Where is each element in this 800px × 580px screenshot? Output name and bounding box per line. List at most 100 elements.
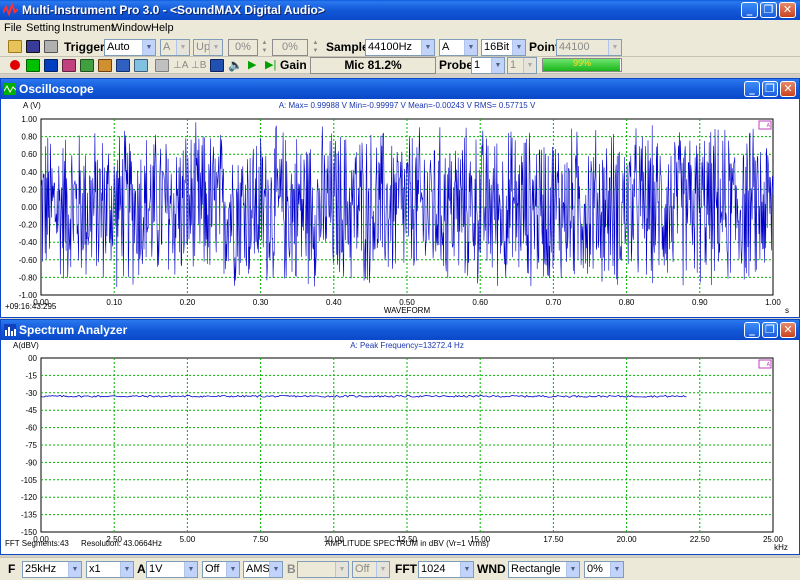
oscilloscope-window[interactable]: Oscilloscope _ ❐ ✕ A (V) A: Max= 0.99988 … bbox=[0, 78, 800, 318]
print-icon[interactable] bbox=[44, 40, 58, 53]
point-select[interactable]: 44100 ▼ bbox=[556, 39, 622, 56]
y-tick-label: -0.20 bbox=[19, 221, 38, 230]
menu-help[interactable]: Help bbox=[151, 22, 174, 34]
window-title: Multi-Instrument Pro 3.0 - <SoundMAX Dig… bbox=[22, 3, 325, 17]
close-icon[interactable]: ✕ bbox=[779, 2, 796, 18]
bit-depth-select[interactable]: 16Bit ▼ bbox=[481, 39, 526, 56]
y-tick-label: 0.00 bbox=[21, 203, 37, 212]
osc-x-caption: WAVEFORM bbox=[384, 306, 431, 315]
menu-setting[interactable]: Setting bbox=[26, 22, 60, 34]
spectrum-icon bbox=[4, 324, 16, 336]
filter-icon[interactable] bbox=[134, 59, 148, 72]
restore-icon[interactable]: ❐ bbox=[760, 2, 777, 18]
oscilloscope-icon[interactable] bbox=[26, 59, 40, 72]
trigger-channel-select[interactable]: A ▼ bbox=[160, 39, 190, 56]
y-tick-label: 0.80 bbox=[21, 133, 37, 142]
spectrum-analyzer-window[interactable]: Spectrum Analyzer _ ❐ ✕ A(dBV) A: Peak Fr… bbox=[0, 319, 800, 555]
trigger-edge-select[interactable]: Up ▼ bbox=[193, 39, 223, 56]
spec-resolution: Resolution: 43.0664Hz bbox=[81, 539, 162, 548]
osc-x-unit: s bbox=[785, 306, 789, 315]
overlap-select[interactable]: 0% ▼ bbox=[584, 561, 624, 578]
probe-b-select[interactable]: 1 ▼ bbox=[507, 57, 537, 74]
volt-range-select[interactable]: 1V ▼ bbox=[146, 561, 198, 578]
y-tick-label: -60 bbox=[25, 424, 37, 433]
sample-label: Sample bbox=[326, 40, 369, 54]
spectrogram-icon[interactable] bbox=[62, 59, 76, 72]
y-tick-label: -45 bbox=[25, 406, 37, 415]
ams-value: AMS bbox=[246, 563, 270, 575]
x-tick-label: 17.50 bbox=[543, 535, 564, 544]
marker-a-icon[interactable]: ⊥A bbox=[173, 60, 188, 73]
ams-select[interactable]: AMS ▼ bbox=[243, 561, 283, 578]
cpu-progress-text: 99% bbox=[572, 58, 591, 68]
spectrum-icon[interactable] bbox=[44, 59, 58, 72]
offset-a-select[interactable]: Off ▼ bbox=[202, 561, 240, 578]
level-spin-icon[interactable]: ▲ ▼ bbox=[260, 39, 269, 56]
open-folder-icon[interactable] bbox=[8, 40, 22, 53]
probe-select[interactable]: 1 ▼ bbox=[471, 57, 505, 74]
minimize-icon[interactable]: _ bbox=[741, 2, 758, 18]
x-tick-label: 0.80 bbox=[619, 298, 635, 307]
fft-size-value: 1024 bbox=[421, 563, 446, 575]
window-function-select[interactable]: Rectangle ▼ bbox=[508, 561, 580, 578]
sample-channel-select[interactable]: A ▼ bbox=[439, 39, 478, 56]
trigger-delay-field[interactable]: 0% bbox=[272, 39, 308, 56]
delay-spin-icon[interactable]: ▲ ▼ bbox=[311, 39, 320, 56]
oscilloscope-title-bar[interactable]: Oscilloscope _ ❐ ✕ bbox=[1, 79, 799, 99]
restore-icon[interactable]: ❐ bbox=[762, 322, 778, 338]
save-disk-icon[interactable] bbox=[26, 40, 40, 53]
close-icon[interactable]: ✕ bbox=[780, 81, 796, 97]
spectrum-title-bar[interactable]: Spectrum Analyzer _ ❐ ✕ bbox=[1, 320, 799, 340]
sample-rate-select[interactable]: 44100Hz ▼ bbox=[365, 39, 435, 56]
minimize-icon[interactable]: _ bbox=[744, 81, 760, 97]
gain-label: Gain bbox=[280, 58, 307, 72]
spectrum-plot[interactable]: A(dBV) A: Peak Frequency=13272.4 Hz 00 -15 -… bbox=[1, 340, 799, 554]
speaker-icon[interactable]: 🔈 bbox=[228, 58, 243, 72]
chevron-down-icon: ▼ bbox=[209, 40, 222, 55]
fft-size-select[interactable]: 1024 ▼ bbox=[418, 561, 474, 578]
fft-label: FFT bbox=[395, 562, 417, 576]
phase-plot-icon[interactable] bbox=[80, 59, 94, 72]
offset-b-select[interactable]: Off ▼ bbox=[352, 561, 390, 578]
menu-window[interactable]: Window bbox=[112, 22, 151, 34]
y-tick-label: 0.40 bbox=[21, 168, 37, 177]
dds-icon[interactable] bbox=[116, 59, 130, 72]
cpu-progress-bar: 99% bbox=[542, 58, 622, 72]
chevron-down-icon: ▼ bbox=[269, 562, 282, 577]
y-tick-label: 0.60 bbox=[21, 150, 37, 159]
trigger-mode-value: Auto bbox=[107, 41, 130, 53]
record-icon[interactable] bbox=[10, 60, 20, 70]
osc-timestamp: +09:16:43:295 bbox=[5, 302, 57, 311]
zoom-multiplier-select[interactable]: x1 ▼ bbox=[86, 561, 134, 578]
minimize-icon[interactable]: _ bbox=[744, 322, 760, 338]
oscilloscope-plot[interactable]: A (V) A: Max= 0.99988 V Min=-0.99997 V Me… bbox=[1, 99, 799, 317]
cursor-icon[interactable] bbox=[155, 59, 169, 72]
spec-stats: A: Peak Frequency=13272.4 Hz bbox=[350, 341, 464, 350]
marker-b-icon[interactable]: ⊥B bbox=[191, 60, 206, 73]
play-icon[interactable]: ▶ bbox=[248, 58, 262, 71]
y-tick-label: -75 bbox=[25, 441, 37, 450]
trigger-edge-value: Up bbox=[196, 41, 211, 53]
chevron-down-icon: ▼ bbox=[610, 562, 623, 577]
zoom-multiplier-value: x1 bbox=[89, 563, 101, 575]
trigger-level-field[interactable]: 0% bbox=[228, 39, 258, 56]
spec-y-axis-label: A(dBV) bbox=[13, 341, 39, 350]
menu-instrument[interactable]: Instrument bbox=[62, 22, 114, 34]
x-tick-label: 0.40 bbox=[326, 298, 342, 307]
app-title-bar[interactable]: Multi-Instrument Pro 3.0 - <SoundMAX Dig… bbox=[0, 0, 800, 20]
play-once-icon[interactable]: ▶| bbox=[265, 58, 279, 71]
calibration-icon[interactable] bbox=[210, 59, 224, 72]
channel-b-label: B bbox=[287, 562, 296, 576]
freq-range-select[interactable]: 25kHz ▼ bbox=[22, 561, 82, 578]
trigger-mode-select[interactable]: Auto ▼ bbox=[104, 39, 156, 56]
chevron-down-icon: ▼ bbox=[120, 562, 133, 577]
offset-a-value: Off bbox=[205, 563, 220, 575]
spec-x-unit: kHz bbox=[774, 543, 788, 552]
freq-range-value: 25kHz bbox=[25, 563, 57, 575]
volt-range-b-select[interactable]: ▼ bbox=[297, 561, 349, 578]
menu-file[interactable]: File bbox=[4, 22, 22, 34]
point-value: 44100 bbox=[559, 41, 590, 53]
restore-icon[interactable]: ❐ bbox=[762, 81, 778, 97]
meter-icon[interactable] bbox=[98, 59, 112, 72]
close-icon[interactable]: ✕ bbox=[780, 322, 796, 338]
